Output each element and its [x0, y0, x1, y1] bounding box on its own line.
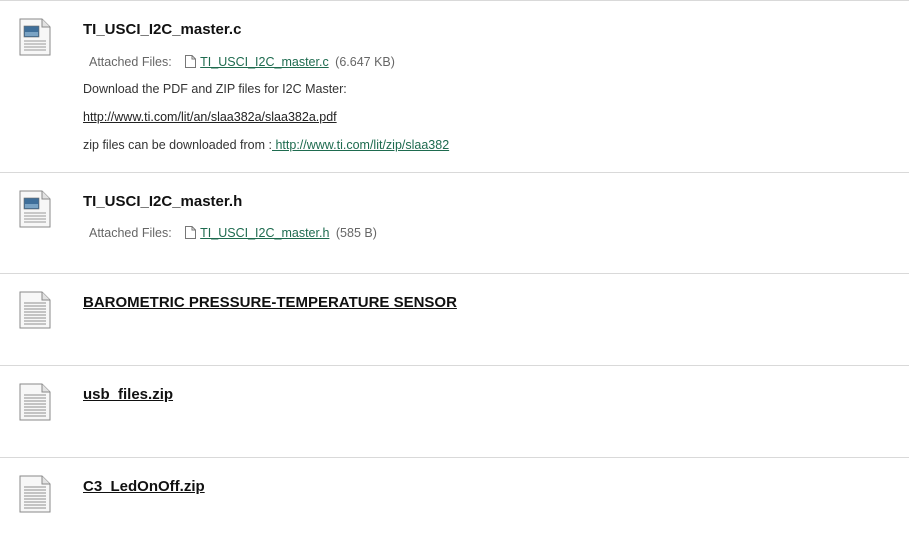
item-title: TI_USCI_I2C_master.c: [83, 21, 242, 38]
document-icon: [19, 291, 51, 329]
attachment-file-size: (6.647 KB): [335, 55, 395, 69]
attachment-file-name[interactable]: TI_USCI_I2C_master.c: [200, 55, 329, 69]
zip-link[interactable]: http://www.ti.com/lit/zip/slaa382: [272, 138, 449, 152]
item-title-link[interactable]: BAROMETRIC PRESSURE-TEMPERATURE SENSOR: [83, 294, 457, 311]
content-list: TI_USCI_I2C_master.c Attached Files: TI_…: [0, 0, 909, 546]
item-title-link[interactable]: C3_LedOnOff.zip: [83, 478, 205, 495]
list-item: usb_files.zip: [0, 366, 909, 458]
attachment-file-name[interactable]: TI_USCI_I2C_master.h: [200, 226, 329, 240]
image-file-icon: [19, 18, 51, 56]
file-icon: [185, 55, 197, 68]
list-item: TI_USCI_I2C_master.c Attached Files: TI_…: [0, 1, 909, 173]
list-item: BAROMETRIC PRESSURE-TEMPERATURE SENSOR: [0, 274, 909, 366]
zip-download-row: zip files can be downloaded from : http:…: [83, 138, 449, 152]
document-icon: [19, 383, 51, 421]
image-file-icon: [19, 190, 51, 228]
list-item: C3_LedOnOff.zip: [0, 458, 909, 546]
document-icon: [19, 475, 51, 513]
item-description: Download the PDF and ZIP files for I2C M…: [83, 82, 347, 96]
list-item: TI_USCI_I2C_master.h Attached Files: TI_…: [0, 173, 909, 274]
zip-download-text: zip files can be downloaded from :: [83, 138, 272, 152]
item-title-link[interactable]: usb_files.zip: [83, 386, 173, 403]
attached-files-row: Attached Files: TI_USCI_I2C_master.c (6.…: [83, 55, 395, 69]
pdf-link[interactable]: http://www.ti.com/lit/an/slaa382a/slaa38…: [83, 110, 337, 124]
attached-files-row: Attached Files: TI_USCI_I2C_master.h (58…: [83, 226, 377, 240]
attachment-link[interactable]: TI_USCI_I2C_master.h: [185, 226, 333, 240]
attached-files-label: Attached Files:: [89, 226, 172, 240]
attached-files-label: Attached Files:: [89, 55, 172, 69]
attachment-file-size: (585 B): [335, 226, 377, 240]
file-icon: [185, 226, 197, 239]
attachment-link[interactable]: TI_USCI_I2C_master.c: [185, 55, 332, 69]
item-title: TI_USCI_I2C_master.h: [83, 193, 243, 210]
